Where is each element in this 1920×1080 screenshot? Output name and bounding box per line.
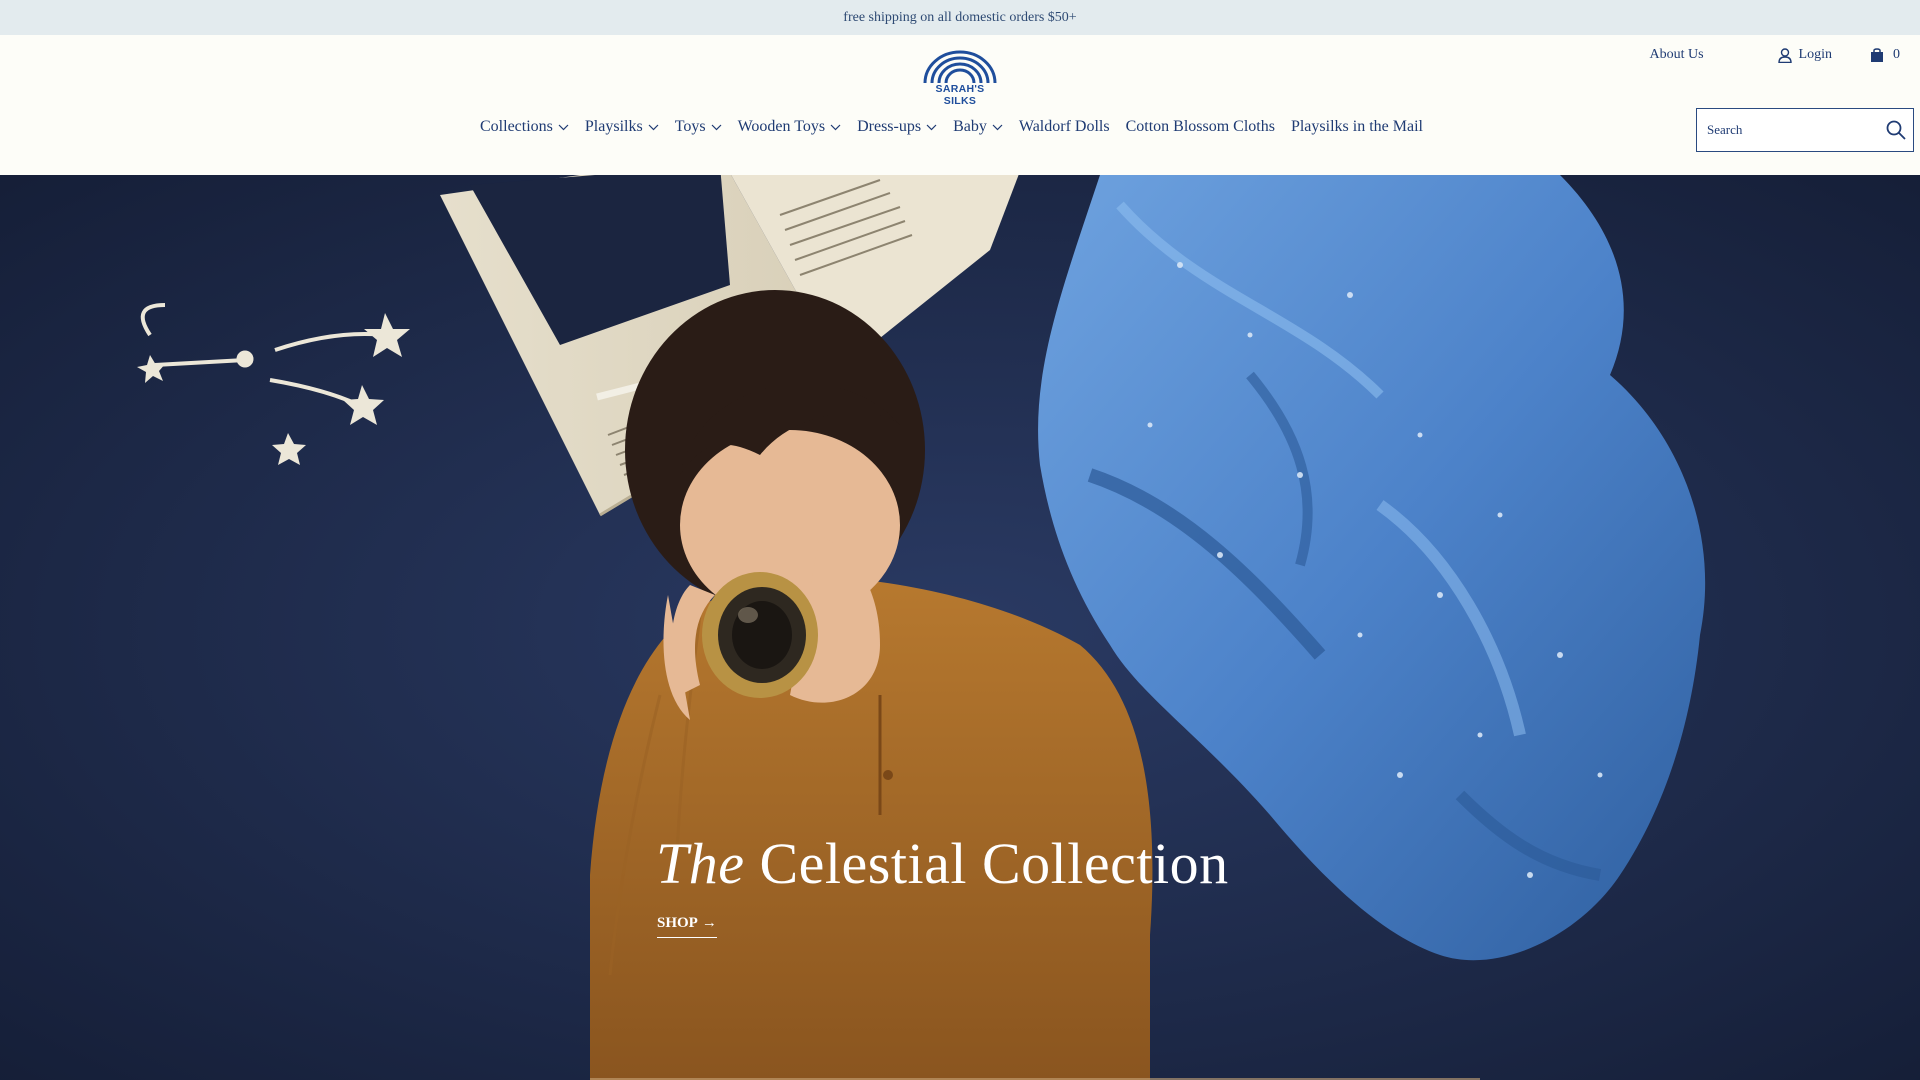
about-us-link[interactable]: About Us xyxy=(1649,47,1703,63)
shopping-bag-icon xyxy=(1871,48,1883,62)
chevron-down-icon xyxy=(648,124,659,130)
nav-item-label: Toys xyxy=(674,118,706,135)
about-us-label: About Us xyxy=(1649,47,1704,62)
nav-item-wooden-toys[interactable]: Wooden Toys xyxy=(738,118,842,136)
top-links: About Us Login 0 xyxy=(1649,43,1900,67)
nav-item-toys[interactable]: Toys xyxy=(675,118,722,136)
nav-item-label: Waldorf Dolls xyxy=(1018,118,1110,135)
logo[interactable]: SARAH'S SILKS xyxy=(921,49,999,107)
chevron-down-icon xyxy=(830,124,841,130)
user-icon xyxy=(1777,47,1792,63)
nav-item-label: Playsilks xyxy=(584,118,643,135)
announcement-text: free shipping on all domestic orders $50… xyxy=(843,9,1077,25)
search-input[interactable] xyxy=(1697,109,1879,151)
nav-item-playsilks[interactable]: Playsilks xyxy=(585,118,659,136)
nav-item-label: Baby xyxy=(953,118,987,135)
chevron-down-icon xyxy=(992,124,1003,130)
search-box xyxy=(1696,108,1914,152)
nav-item-label: Wooden Toys xyxy=(737,118,826,135)
main-nav: Collections Playsilks Toys Wooden Toys D… xyxy=(480,115,1423,139)
announcement-bar: free shipping on all domestic orders $50… xyxy=(0,0,1920,35)
rainbow-logo-icon xyxy=(923,50,997,84)
hero-title-prefix: The xyxy=(656,831,745,896)
nav-item-label: Playsilks in the Mail xyxy=(1290,118,1423,135)
kaleidoscope-toy xyxy=(702,572,818,698)
nav-item-collections[interactable]: Collections xyxy=(480,118,569,136)
login-link[interactable]: Login xyxy=(1777,47,1832,63)
nav-item-cotton-blossom-cloths[interactable]: Cotton Blossom Cloths xyxy=(1126,118,1275,136)
hero-title: The Celestial Collection xyxy=(656,835,1229,893)
hero-banner[interactable]: The Celestial Collection SHOP → xyxy=(0,175,1920,1080)
chevron-down-icon xyxy=(558,124,569,130)
hero-image xyxy=(0,175,1920,1080)
shop-link-label: SHOP xyxy=(657,915,698,931)
hero-copy: The Celestial Collection SHOP → xyxy=(656,835,1229,938)
site-header: SARAH'S SILKS About Us Login 0 Collectio… xyxy=(0,35,1920,175)
nav-item-label: Dress-ups xyxy=(857,118,922,135)
search-icon xyxy=(1886,120,1906,140)
search-button[interactable] xyxy=(1879,109,1913,151)
nav-item-dress-ups[interactable]: Dress-ups xyxy=(857,118,937,136)
chevron-down-icon xyxy=(711,124,722,130)
nav-item-waldorf-dolls[interactable]: Waldorf Dolls xyxy=(1019,118,1110,136)
chevron-down-icon xyxy=(926,124,937,130)
logo-text: SARAH'S SILKS xyxy=(935,83,985,107)
login-label: Login xyxy=(1798,47,1832,62)
nav-item-label: Collections xyxy=(480,118,553,135)
cart-count: 0 xyxy=(1893,47,1900,62)
nav-item-label: Cotton Blossom Cloths xyxy=(1125,118,1275,135)
cart-link[interactable]: 0 xyxy=(1870,47,1900,63)
nav-item-playsilks-in-the-mail[interactable]: Playsilks in the Mail xyxy=(1291,118,1423,136)
hero-title-main: Celestial Collection xyxy=(759,831,1229,896)
arrow-right-icon: → xyxy=(701,915,717,931)
nav-item-baby[interactable]: Baby xyxy=(953,118,1003,136)
shop-link[interactable]: SHOP → xyxy=(657,915,717,938)
